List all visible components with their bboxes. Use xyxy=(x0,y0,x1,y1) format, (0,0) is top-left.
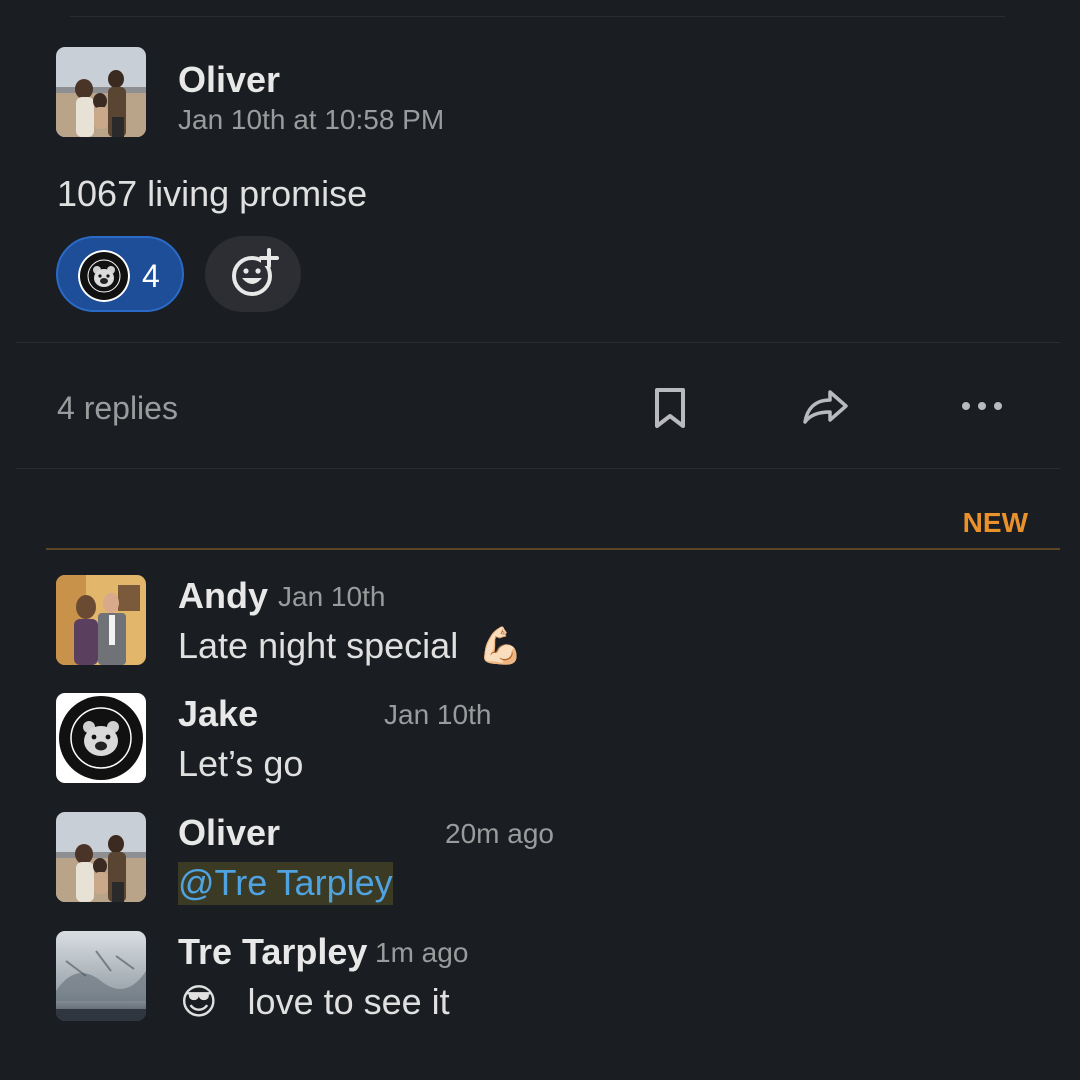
reply-author[interactable]: Andy xyxy=(178,576,268,616)
reply-timestamp[interactable]: 1m ago xyxy=(375,937,468,969)
parent-message-text: 1067 living promise xyxy=(57,173,368,214)
couple-photo-icon xyxy=(56,575,146,665)
family-photo-icon xyxy=(56,47,146,137)
thread-bar-bottom-divider xyxy=(16,468,1060,469)
reply-timestamp[interactable]: Jan 10th xyxy=(384,699,491,731)
avatar-tre-tarpley[interactable] xyxy=(56,931,146,1021)
flexed-biceps-emoji: 💪🏻 xyxy=(478,625,524,666)
avatar-jake[interactable] xyxy=(56,693,146,783)
bear-emoji-icon xyxy=(78,250,130,302)
reaction-pill[interactable]: 4 xyxy=(56,236,184,312)
thread-bar-top-divider xyxy=(16,342,1060,343)
parent-timestamp[interactable]: Jan 10th at 10:58 PM xyxy=(178,104,444,136)
bear-logo-icon xyxy=(56,693,146,783)
reply-text-row: Late night special 💪🏻 xyxy=(178,626,523,666)
reply-author[interactable]: Tre Tarpley xyxy=(178,932,367,972)
reply-text: love to see it xyxy=(247,981,450,1022)
top-divider xyxy=(70,16,1005,17)
family-photo-icon xyxy=(56,812,146,902)
parent-author[interactable]: Oliver xyxy=(178,60,280,100)
user-mention-link[interactable]: @Tre Tarpley xyxy=(178,862,393,905)
reply-text: Let’s go xyxy=(178,743,304,784)
share-icon[interactable] xyxy=(802,386,850,426)
sunglasses-emoji: 😎 xyxy=(180,981,218,1022)
reply-timestamp[interactable]: Jan 10th xyxy=(278,581,385,613)
reply-timestamp[interactable]: 20m ago xyxy=(445,818,554,850)
reply-text-row: @Tre Tarpley xyxy=(178,862,393,905)
bookmark-icon[interactable] xyxy=(650,386,690,430)
reply-author[interactable]: Jake xyxy=(178,694,258,734)
reaction-count: 4 xyxy=(142,258,160,294)
new-messages-label: NEW xyxy=(962,507,1028,538)
more-icon[interactable] xyxy=(960,400,1004,412)
avatar-oliver[interactable] xyxy=(56,812,146,902)
replies-count: 4 replies xyxy=(57,390,178,426)
avatar-oliver[interactable] xyxy=(56,47,146,137)
abstract-photo-icon xyxy=(56,931,146,1021)
reply-text: Late night special xyxy=(178,625,459,666)
add-emoji-icon xyxy=(232,248,279,296)
add-reaction-button[interactable] xyxy=(205,236,301,312)
avatar-andy[interactable] xyxy=(56,575,146,665)
new-messages-line xyxy=(46,548,1060,550)
reply-author[interactable]: Oliver xyxy=(178,813,280,853)
reply-text-row: 😎 love to see it xyxy=(180,982,450,1022)
